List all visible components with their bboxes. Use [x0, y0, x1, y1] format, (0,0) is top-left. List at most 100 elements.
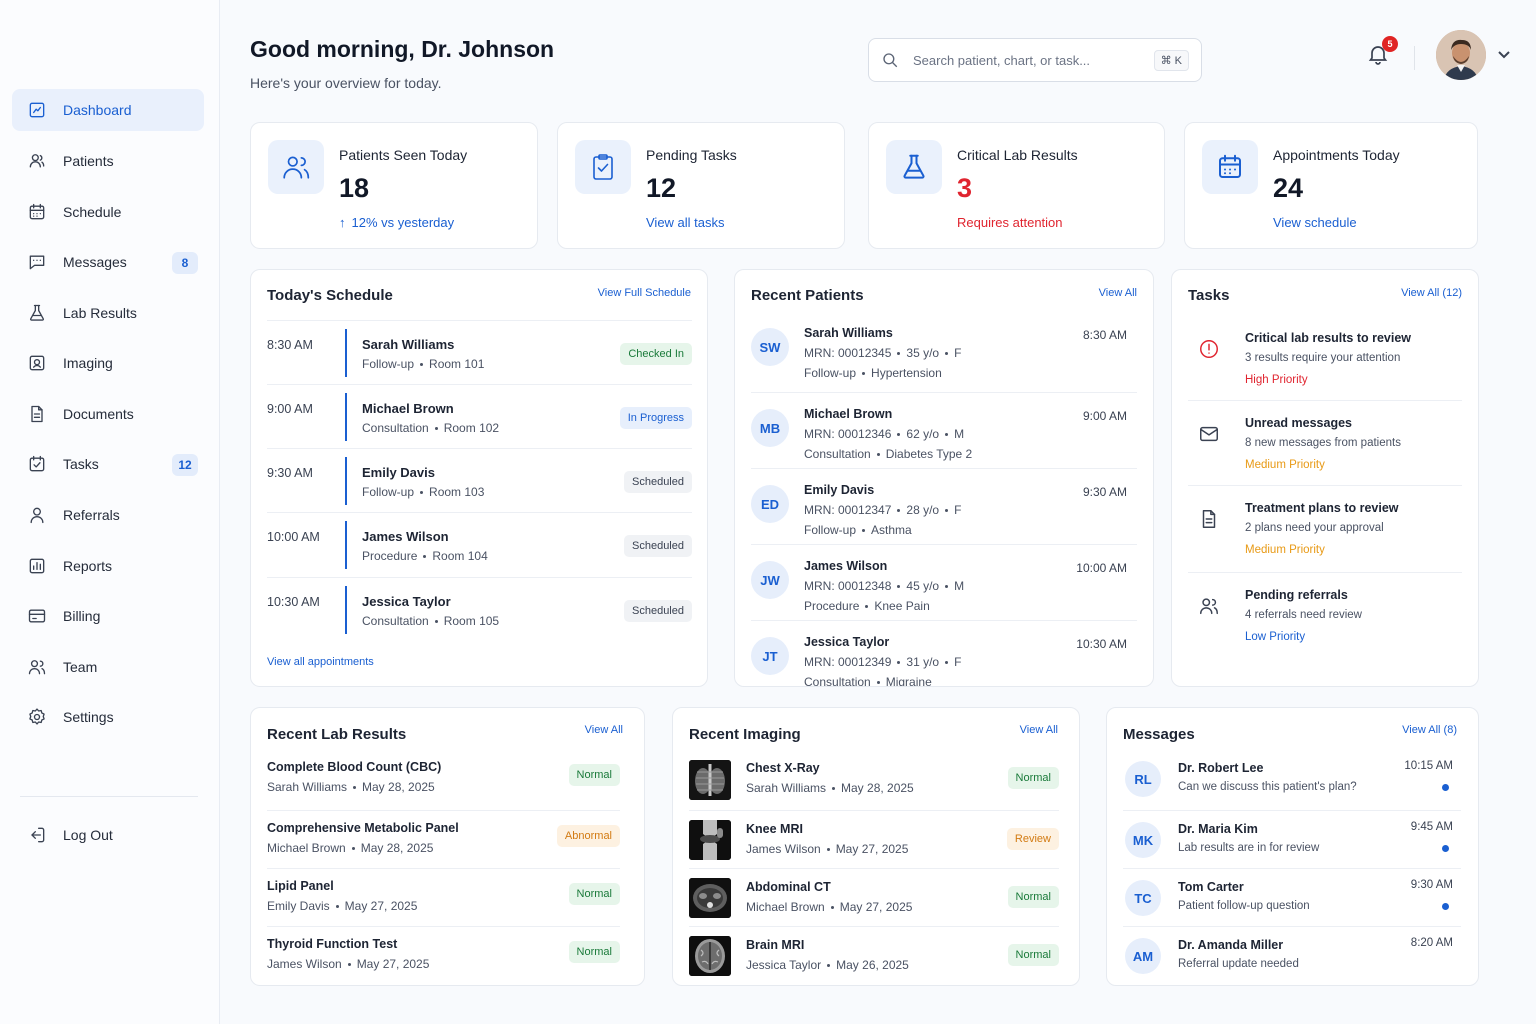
sidebar-badge-tasks: 12 — [172, 454, 198, 476]
patient-age: 31 y/o — [906, 655, 940, 669]
lab-result-row[interactable]: Thyroid Function Test James Wilson May 27… — [267, 926, 620, 984]
search-box[interactable]: ⌘ K — [868, 38, 1202, 82]
lab-results-card: Recent Lab Results View All Complete Blo… — [250, 707, 645, 986]
visit-time: 9:00 AM — [1082, 409, 1127, 423]
main-content: Good morning, Dr. Johnson Here's your ov… — [220, 0, 1536, 1024]
patient-name: Sarah Williams — [804, 326, 893, 340]
task-row[interactable]: Unread messages 8 new messages from pati… — [1188, 400, 1462, 486]
schedule-row[interactable]: 9:00 AM Michael Brown Consultation Room 1… — [267, 384, 692, 448]
imaging-row[interactable]: Knee MRI James Wilson May 27, 2025 Review — [689, 810, 1059, 868]
calendar-icon — [1219, 154, 1241, 178]
message-row[interactable]: TC Tom Carter Patient follow-up question… — [1123, 868, 1461, 926]
stat-sub[interactable]: View all tasks — [646, 215, 725, 230]
imaging-thumbnail[interactable] — [689, 820, 731, 860]
user-avatar[interactable] — [1436, 30, 1486, 80]
separator-dot — [434, 427, 438, 431]
sidebar-item-referrals[interactable]: Referrals — [12, 494, 204, 536]
sidebar-item-billing[interactable]: Billing — [12, 595, 204, 637]
patient-row[interactable]: MB Michael Brown MRN: 00012346 62 y/o M Co… — [751, 392, 1137, 470]
patient-visit: Follow-up Hypertension — [804, 366, 942, 380]
sidebar-item-reports[interactable]: Reports — [12, 545, 204, 587]
separator-dot — [897, 352, 901, 356]
avatar-portrait — [1436, 30, 1486, 80]
visit-time: 8:30 AM — [1082, 328, 1127, 342]
lab-result-row[interactable]: Lipid Panel Emily Davis May 27, 2025 Norm… — [267, 868, 620, 926]
imaging-view-all-link[interactable]: View All — [1020, 724, 1058, 736]
sidebar-item-documents[interactable]: Documents — [12, 393, 204, 435]
schedule-row[interactable]: 9:30 AM Emily Davis Follow-up Room 103 Sc… — [267, 448, 692, 512]
lab-results-view-all-link[interactable]: View All — [585, 724, 623, 736]
room: Room 102 — [443, 421, 500, 435]
sidebar-item-dashboard[interactable]: Dashboard — [12, 89, 204, 131]
stat-card-patients-seen-today: Patients Seen Today 18 ↑ 12% vs yesterday — [250, 122, 538, 249]
patient-sex: M — [954, 427, 965, 441]
visit-type: Follow-up — [804, 366, 857, 380]
lab-test-detail: Sarah Williams May 28, 2025 — [267, 780, 435, 794]
tasks-view-all-link[interactable]: View All (12) — [1401, 287, 1462, 299]
stat-sub: ↑ 12% vs yesterday — [339, 215, 454, 230]
appointment-time: 10:30 AM — [267, 595, 320, 609]
imaging-thumbnail[interactable] — [689, 878, 731, 918]
room: Room 103 — [429, 485, 485, 499]
imaging-thumbnail[interactable] — [689, 936, 731, 976]
patient-age: 45 y/o — [906, 579, 940, 593]
task-row[interactable]: Pending referrals 4 referrals need revie… — [1188, 572, 1462, 658]
stat-value: 12 — [646, 173, 677, 203]
messages-view-all-link[interactable]: View All (8) — [1402, 724, 1457, 736]
patient-name: Jessica Taylor — [362, 594, 451, 609]
sidebar-item-schedule[interactable]: Schedule — [12, 191, 204, 233]
schedule-row[interactable]: 10:00 AM James Wilson Procedure Room 104 … — [267, 512, 692, 576]
message-row[interactable]: AM Dr. Amanda Miller Referral update nee… — [1123, 926, 1461, 984]
mail-icon — [1200, 426, 1218, 442]
recent-patients-view-all-link[interactable]: View All — [1099, 287, 1137, 299]
imaging-row[interactable]: Chest X-Ray Sarah Williams May 28, 2025 N… — [689, 752, 1059, 810]
patient-row[interactable]: SW Sarah Williams MRN: 00012345 35 y/o F F… — [751, 314, 1137, 392]
patient-row[interactable]: JT Jessica Taylor MRN: 00012349 31 y/o F C… — [751, 620, 1137, 686]
patient-demographics: MRN: 00012347 28 y/o F — [804, 503, 961, 517]
task-row[interactable]: Critical lab results to review 3 results… — [1188, 314, 1462, 400]
search-input[interactable] — [913, 52, 1154, 68]
task-title: Unread messages — [1245, 416, 1353, 430]
separator-dot — [945, 352, 949, 356]
imaging-detail: Jessica Taylor May 26, 2025 — [746, 958, 909, 972]
sidebar-item-imaging[interactable]: Imaging — [12, 342, 204, 384]
users-icon — [283, 156, 310, 179]
gear-icon — [29, 708, 45, 725]
task-description: 2 plans need your approval — [1245, 522, 1384, 534]
tasks-card: Tasks View All (12) Critical lab results… — [1171, 269, 1479, 687]
stat-value: 24 — [1273, 173, 1304, 203]
sidebar-item-patients[interactable]: Patients — [12, 140, 204, 182]
patient-age: 28 y/o — [906, 503, 940, 517]
sidebar-item-team[interactable]: Team — [12, 646, 204, 688]
imaging-thumbnail[interactable] — [689, 760, 731, 800]
imaging-row[interactable]: Abdominal CT Michael Brown May 27, 2025 N… — [689, 868, 1059, 926]
patient-sex: F — [954, 655, 962, 669]
appointment-time: 9:00 AM — [267, 402, 313, 416]
schedule-row[interactable]: 8:30 AM Sarah Williams Follow-up Room 101… — [267, 320, 692, 384]
lab-result-row[interactable]: Comprehensive Metabolic Panel Michael Br… — [267, 810, 620, 868]
imaging-row[interactable]: Brain MRI Jessica Taylor May 26, 2025 Nor… — [689, 926, 1059, 984]
patient-row[interactable]: JW James Wilson MRN: 00012348 45 y/o M Pro… — [751, 544, 1137, 622]
message-row[interactable]: RL Dr. Robert Lee Can we discuss this pa… — [1123, 752, 1461, 810]
page-title: Good morning, Dr. Johnson — [250, 36, 555, 62]
sidebar-item-tasks[interactable]: Tasks 12 — [12, 443, 204, 485]
patient-row[interactable]: ED Emily Davis MRN: 00012347 28 y/o F Foll… — [751, 468, 1137, 546]
alert-icon — [1200, 340, 1218, 358]
logout-button[interactable]: Log Out — [12, 814, 204, 856]
view-full-schedule-link[interactable]: View Full Schedule — [598, 287, 691, 299]
stat-sub[interactable]: View schedule — [1273, 215, 1357, 230]
message-row[interactable]: MK Dr. Maria Kim Lab results are in for … — [1123, 810, 1461, 868]
task-row[interactable]: Treatment plans to review 2 plans need y… — [1188, 485, 1462, 571]
condition: Diabetes Type 2 — [885, 447, 973, 461]
sidebar-item-lab-results[interactable]: Lab Results — [12, 292, 204, 334]
sidebar-item-settings[interactable]: Settings — [12, 696, 204, 738]
schedule-row[interactable]: 10:30 AM Jessica Taylor Consultation Room… — [267, 577, 692, 641]
view-all-appointments-link[interactable]: View all appointments — [267, 656, 374, 668]
chart-icon — [29, 558, 45, 574]
notifications-button[interactable]: 5 — [1366, 36, 1398, 72]
sidebar-item-messages[interactable]: Messages 8 — [12, 241, 204, 283]
account-menu-button[interactable] — [1496, 46, 1512, 62]
separator-dot — [434, 620, 438, 624]
lab-result-row[interactable]: Complete Blood Count (CBC) Sarah William… — [267, 752, 620, 810]
scan-image-ct — [689, 878, 731, 918]
